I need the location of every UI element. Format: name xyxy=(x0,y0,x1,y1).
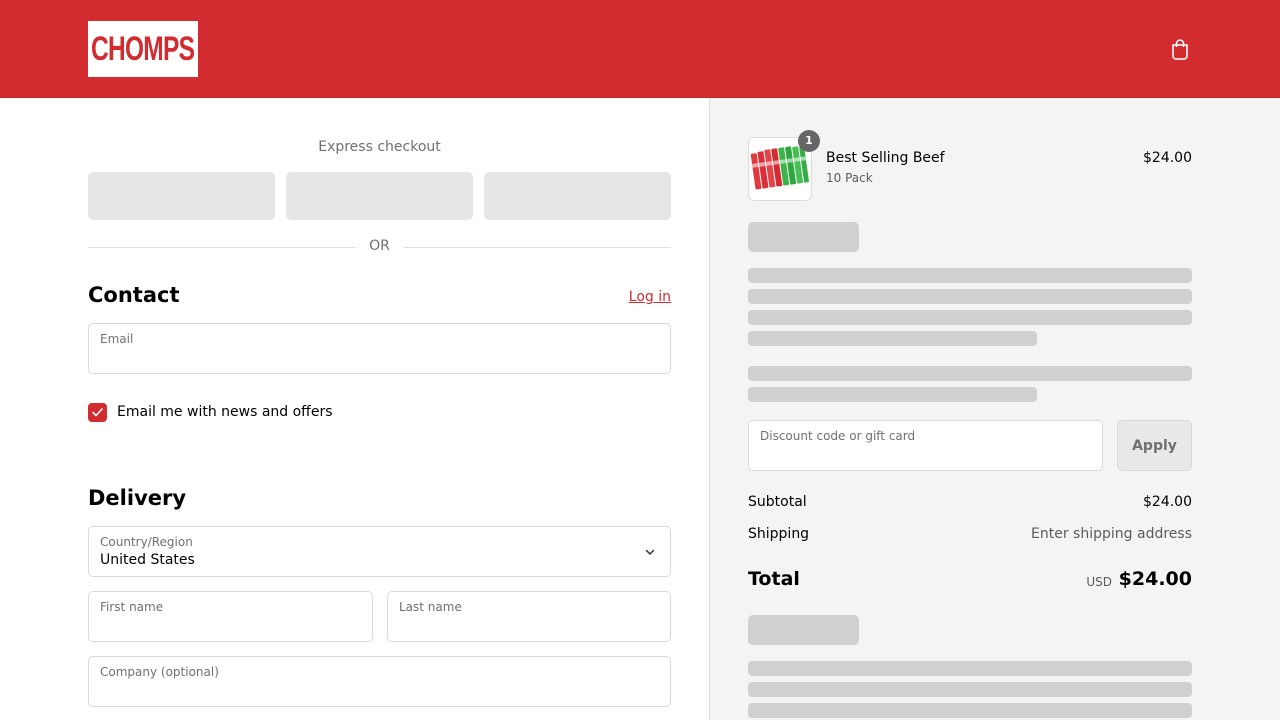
site-header: CHOMPS xyxy=(0,0,1280,98)
last-name-field[interactable]: Last name xyxy=(387,591,671,642)
product-price: $24.00 xyxy=(1143,150,1192,166)
newsletter-checkbox-row[interactable]: Email me with news and offers xyxy=(88,402,333,422)
total-label: Total xyxy=(748,568,800,590)
chomps-logo[interactable]: CHOMPS xyxy=(88,21,198,77)
logo-text: CHOMPS xyxy=(91,29,195,68)
product-name: Best Selling Beef xyxy=(826,150,945,166)
total-currency: USD xyxy=(1086,575,1112,589)
express-checkout-title: Express checkout xyxy=(318,139,441,155)
subtotal-label: Subtotal xyxy=(748,494,807,510)
newsletter-label: Email me with news and offers xyxy=(117,404,333,420)
skeleton-line xyxy=(748,682,1192,697)
newsletter-checkbox[interactable] xyxy=(88,402,107,422)
skeleton-block xyxy=(748,222,859,252)
product-thumbnail: 1 xyxy=(748,130,820,201)
skeleton-line xyxy=(748,387,1037,402)
skeleton-line xyxy=(748,661,1192,676)
express-pay-button-1[interactable] xyxy=(88,172,275,220)
checkmark-icon xyxy=(92,407,103,416)
skeleton-line xyxy=(748,289,1192,304)
country-select[interactable]: Country/Region United States xyxy=(88,526,671,577)
login-link[interactable]: Log in xyxy=(629,289,671,305)
subtotal-value: $24.00 xyxy=(1143,494,1192,510)
delivery-title: Delivery xyxy=(88,486,187,510)
order-summary: 1 Best Selling Beef 10 Pack $24.00 Disco… xyxy=(709,98,1280,720)
checkout-main: Express checkout OR Contact Log in Email… xyxy=(0,98,709,720)
company-label: Company (optional) xyxy=(100,665,219,679)
shopping-bag-icon[interactable] xyxy=(1170,38,1190,60)
skeleton-block xyxy=(748,615,859,645)
total-value: $24.00 xyxy=(1118,568,1192,590)
discount-code-input[interactable]: Discount code or gift card xyxy=(748,420,1103,471)
first-name-label: First name xyxy=(100,600,164,614)
divider-line xyxy=(404,247,671,248)
shipping-value: Enter shipping address xyxy=(1031,526,1192,542)
contact-title: Contact xyxy=(88,283,180,307)
or-divider: OR xyxy=(88,238,671,256)
express-pay-button-3[interactable] xyxy=(484,172,671,220)
skeleton-line xyxy=(748,366,1192,381)
discount-label: Discount code or gift card xyxy=(760,429,916,443)
skeleton-line xyxy=(748,703,1192,718)
email-field[interactable]: Email xyxy=(88,323,671,374)
subtotal-row: Subtotal $24.00 xyxy=(748,494,1192,510)
shipping-row: Shipping Enter shipping address xyxy=(748,526,1192,542)
skeleton-line xyxy=(748,310,1192,325)
country-value: United States xyxy=(100,552,195,568)
skeleton-line xyxy=(748,331,1037,346)
first-name-field[interactable]: First name xyxy=(88,591,373,642)
country-label: Country/Region xyxy=(100,535,193,549)
last-name-label: Last name xyxy=(399,600,462,614)
express-pay-button-2[interactable] xyxy=(286,172,473,220)
email-label: Email xyxy=(100,332,134,346)
quantity-badge: 1 xyxy=(798,130,820,152)
chevron-down-icon xyxy=(645,549,655,555)
or-text: OR xyxy=(369,238,390,254)
company-field[interactable]: Company (optional) xyxy=(88,656,671,707)
shipping-label: Shipping xyxy=(748,526,810,542)
product-variant: 10 Pack xyxy=(826,171,873,185)
total-row: Total USD $24.00 xyxy=(748,568,1192,596)
apply-discount-button[interactable]: Apply xyxy=(1117,420,1192,471)
skeleton-line xyxy=(748,268,1192,283)
